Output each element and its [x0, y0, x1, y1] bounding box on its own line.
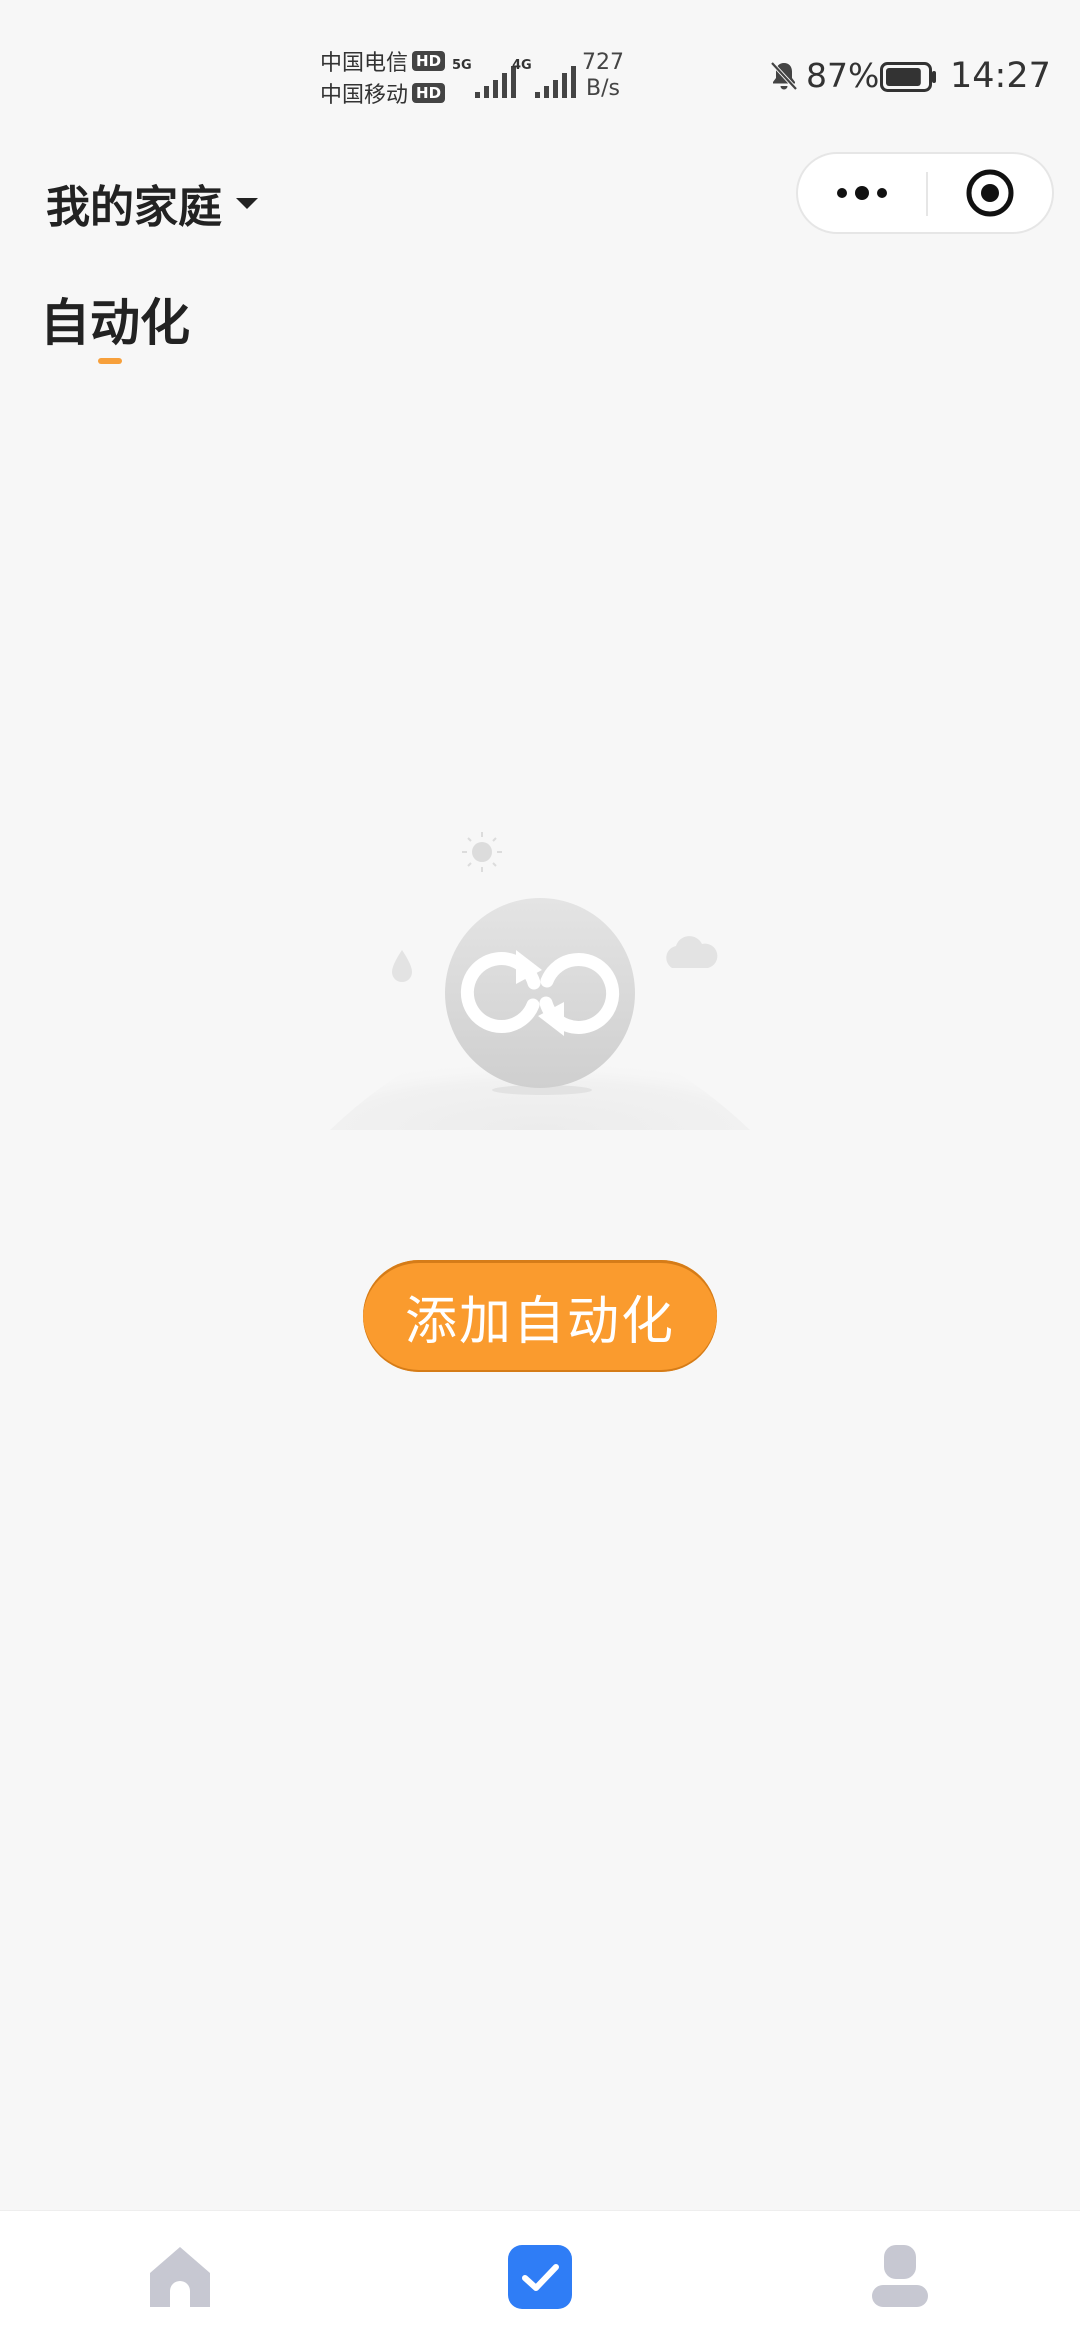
- battery-percent: 87%: [806, 56, 880, 95]
- carrier-2-label: 中国移动: [320, 83, 409, 108]
- add-automation-button[interactable]: 添加自动化: [363, 1260, 717, 1372]
- bell-muted-icon: [770, 61, 798, 91]
- home-name: 我的家庭: [46, 182, 222, 233]
- automation-loop-icon: [330, 832, 750, 1130]
- nav-home[interactable]: [80, 2211, 280, 2340]
- signal-bars-icon: [474, 66, 516, 98]
- speed-unit: B/s: [586, 76, 620, 101]
- sun-icon: [462, 832, 502, 872]
- network-type-1: 5G: [452, 58, 472, 73]
- speed-value: 727: [582, 50, 624, 75]
- tab-automation-label: 自动化: [40, 294, 190, 352]
- tab-active-indicator: [98, 358, 122, 364]
- close-miniprogram-icon[interactable]: [928, 154, 1052, 232]
- bottom-nav: [0, 2210, 1080, 2340]
- carrier-line-2: 中国移动 HD: [320, 79, 446, 108]
- hd-badge: HD: [412, 83, 446, 103]
- signal-bars-icon: [534, 66, 576, 98]
- signal-4g: 4G: [512, 58, 576, 98]
- more-icon[interactable]: [798, 154, 926, 232]
- carrier-1-label: 中国电信: [320, 51, 409, 76]
- status-bar: 中国电信 HD 中国移动 HD 5G 4G 727 B/s 87% 14:27: [0, 0, 1080, 150]
- clock: 14:27: [950, 56, 1051, 96]
- home-icon: [150, 2247, 210, 2307]
- miniprogram-capsule: [796, 152, 1054, 234]
- automation-page: 中国电信 HD 中国移动 HD 5G 4G 727 B/s 87% 14:27 …: [0, 0, 1080, 2340]
- tab-automation[interactable]: 自动化: [40, 292, 190, 372]
- home-selector[interactable]: 我的家庭: [46, 172, 258, 234]
- hd-badge: HD: [412, 51, 446, 71]
- battery-icon: [880, 62, 936, 92]
- carrier-info: 中国电信 HD 中国移动 HD: [320, 47, 446, 108]
- check-square-icon: [508, 2245, 572, 2309]
- carrier-line-1: 中国电信 HD: [320, 47, 446, 76]
- nav-automation[interactable]: [440, 2211, 640, 2340]
- network-type-2: 4G: [512, 58, 532, 73]
- user-icon: [872, 2245, 928, 2307]
- network-speed: 727 B/s: [578, 50, 628, 102]
- signal-5g: 5G: [452, 58, 516, 98]
- nav-profile[interactable]: [800, 2211, 1000, 2340]
- caret-down-icon: [236, 197, 258, 209]
